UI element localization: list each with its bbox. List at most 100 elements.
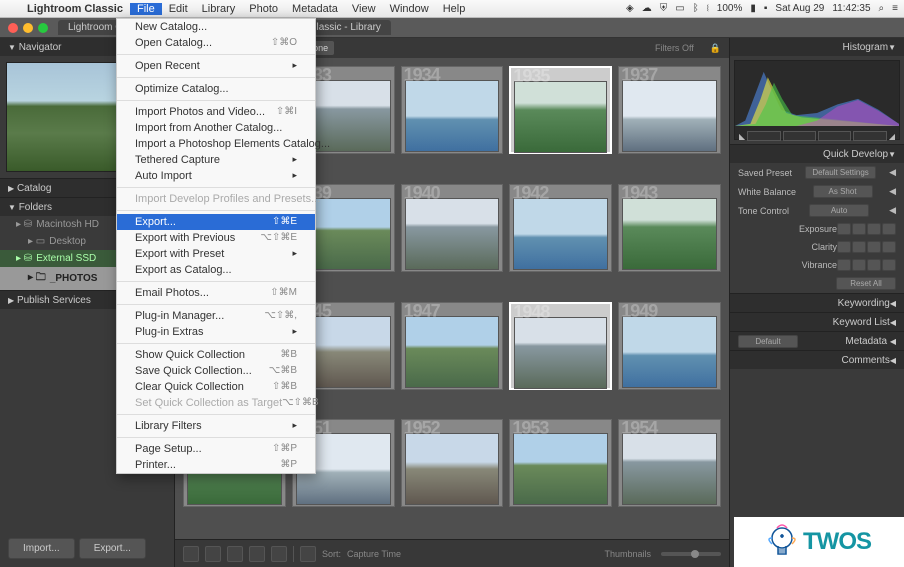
maximize-button[interactable] <box>38 23 48 33</box>
grid-cell[interactable]: 1940 <box>401 184 504 272</box>
survey-view-icon[interactable] <box>249 546 265 562</box>
display-icon[interactable]: ▭ <box>675 3 684 14</box>
grid-cell[interactable]: 1947 <box>401 302 504 390</box>
menu-item[interactable]: Open Recent▸ <box>117 58 315 74</box>
menu-item[interactable]: Library Filters▸ <box>117 418 315 434</box>
wb-select[interactable]: As Shot <box>813 185 873 198</box>
menu-item[interactable]: Open Catalog...⇧⌘O <box>117 35 315 51</box>
filters-off-label[interactable]: Filters Off <box>655 43 694 53</box>
people-view-icon[interactable] <box>271 546 287 562</box>
histogram-header[interactable]: Histogram ▼ <box>730 38 904 56</box>
wifi-icon[interactable]: ⧙ <box>707 3 709 14</box>
thumbnail-image[interactable] <box>405 433 500 505</box>
thumbnail-image[interactable] <box>513 198 608 270</box>
hist-clip-left-icon[interactable]: ◣ <box>739 132 745 141</box>
menu-item[interactable]: Clear Quick Collection⇧⌘B <box>117 379 315 395</box>
thumbnail-image[interactable] <box>405 80 500 152</box>
saved-preset-select[interactable]: Default Settings <box>805 166 875 179</box>
keyword-list-header[interactable]: Keyword List ◀ <box>730 313 904 331</box>
grid-cell[interactable]: 1935 <box>509 66 612 154</box>
menu-view[interactable]: View <box>345 3 383 15</box>
vibrance-stepper[interactable] <box>837 259 896 271</box>
menu-item[interactable]: Save Quick Collection...⌥⌘B <box>117 363 315 379</box>
menu-item[interactable]: Plug-in Extras▸ <box>117 324 315 340</box>
menu-item[interactable]: Optimize Catalog... <box>117 81 315 97</box>
menu-item[interactable]: Import a Photoshop Elements Catalog... <box>117 136 315 152</box>
comments-header[interactable]: Comments ◀ <box>730 351 904 369</box>
thumbnail-image[interactable] <box>622 433 717 505</box>
menu-item[interactable]: Auto Import▸ <box>117 168 315 184</box>
menu-window[interactable]: Window <box>383 3 436 15</box>
grid-cell[interactable]: 1934 <box>401 66 504 154</box>
menu-item[interactable]: Import from Another Catalog... <box>117 120 315 136</box>
menu-metadata[interactable]: Metadata <box>285 3 345 15</box>
menu-item[interactable]: Export with Preset▸ <box>117 246 315 262</box>
menu-extras-icon[interactable]: ≡ <box>892 3 898 14</box>
close-button[interactable] <box>8 23 18 33</box>
menu-item[interactable]: Tethered Capture▸ <box>117 152 315 168</box>
grid-cell[interactable]: 1952 <box>401 419 504 507</box>
lock-icon[interactable]: 🔒 <box>710 43 721 54</box>
menu-photo[interactable]: Photo <box>242 3 285 15</box>
shield-icon[interactable]: ⛨ <box>660 3 668 14</box>
menu-item[interactable]: Email Photos...⇧⌘M <box>117 285 315 301</box>
thumbnail-image[interactable] <box>622 80 717 152</box>
menu-library[interactable]: Library <box>195 3 243 15</box>
menu-item[interactable]: Export as Catalog... <box>117 262 315 278</box>
auto-tone-button[interactable]: Auto <box>809 204 869 217</box>
menu-item[interactable]: Show Quick Collection⌘B <box>117 347 315 363</box>
menu-item[interactable]: Import Photos and Video...⇧⌘I <box>117 104 315 120</box>
thumbnail-image[interactable] <box>514 81 607 153</box>
menu-item[interactable]: New Catalog... <box>117 19 315 35</box>
loupe-view-icon[interactable] <box>205 546 221 562</box>
flag-icon[interactable]: ▪ <box>764 3 768 14</box>
thumbnail-image[interactable] <box>622 198 717 270</box>
bluetooth-icon[interactable]: ᛒ <box>693 3 699 14</box>
keywording-header[interactable]: Keywording ◀ <box>730 294 904 312</box>
battery-icon[interactable]: ▮ <box>750 3 756 14</box>
menu-item[interactable]: Page Setup...⇧⌘P <box>117 441 315 457</box>
painter-icon[interactable] <box>300 546 316 562</box>
menu-item[interactable]: Export with Previous⌥⇧⌘E <box>117 230 315 246</box>
grid-cell[interactable]: 1937 <box>618 66 721 154</box>
menu-separator <box>117 281 315 282</box>
grid-cell[interactable]: 1949 <box>618 302 721 390</box>
minimize-button[interactable] <box>23 23 33 33</box>
menu-edit[interactable]: Edit <box>162 3 195 15</box>
grid-cell[interactable]: 1943 <box>618 184 721 272</box>
exposure-stepper[interactable] <box>837 223 896 235</box>
metadata-preset[interactable]: Default <box>738 335 798 348</box>
reset-all-button[interactable]: Reset All <box>836 277 896 290</box>
menu-item[interactable]: Plug-in Manager...⌥⇧⌘, <box>117 308 315 324</box>
import-button[interactable]: Import... <box>8 538 75 559</box>
collapse-icon[interactable]: ◀ <box>889 205 896 216</box>
grid-cell[interactable]: 1948 <box>509 302 612 390</box>
metadata-header[interactable]: DefaultMetadata ◀ <box>730 332 904 350</box>
search-icon[interactable]: ⌕ <box>879 3 885 14</box>
menu-item[interactable]: Export...⇧⌘E <box>117 214 315 230</box>
sort-value[interactable]: Capture Time <box>347 549 401 559</box>
thumbnail-image[interactable] <box>405 316 500 388</box>
menu-file[interactable]: File <box>130 3 162 15</box>
thumbnail-image[interactable] <box>405 198 500 270</box>
menu-help[interactable]: Help <box>436 3 473 15</box>
menu-item[interactable]: Printer...⌘P <box>117 457 315 473</box>
grid-view-icon[interactable] <box>183 546 199 562</box>
thumbnail-image[interactable] <box>622 316 717 388</box>
hist-clip-right-icon[interactable]: ◢ <box>889 132 895 141</box>
thumbnail-image[interactable] <box>513 433 608 505</box>
grid-cell[interactable]: 1954 <box>618 419 721 507</box>
app-name[interactable]: Lightroom Classic <box>20 3 130 15</box>
quick-develop-header[interactable]: Quick Develop ▼ <box>730 145 904 163</box>
collapse-icon[interactable]: ◀ <box>889 167 896 178</box>
clarity-stepper[interactable] <box>837 241 896 253</box>
grid-cell[interactable]: 1942 <box>509 184 612 272</box>
export-button[interactable]: Export... <box>79 538 146 559</box>
dropbox-icon[interactable]: ◈ <box>626 3 634 14</box>
cloud-icon[interactable]: ☁ <box>642 3 652 14</box>
collapse-icon[interactable]: ◀ <box>889 186 896 197</box>
grid-cell[interactable]: 1953 <box>509 419 612 507</box>
thumbnail-image[interactable] <box>514 317 607 389</box>
compare-view-icon[interactable] <box>227 546 243 562</box>
thumbnail-size-slider[interactable] <box>661 552 721 556</box>
